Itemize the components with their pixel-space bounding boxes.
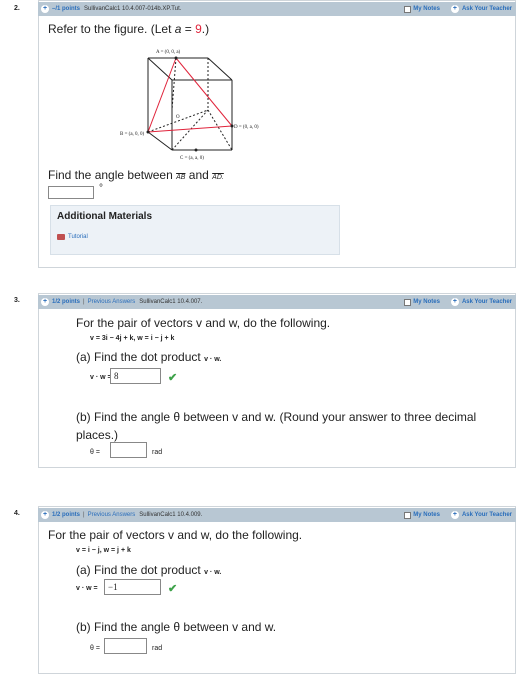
question-number: 2. [14, 5, 20, 12]
angle-answer-input[interactable] [48, 186, 94, 199]
expand-icon[interactable]: + [41, 298, 49, 306]
ask-plus-icon[interactable]: + [450, 5, 459, 13]
source-label: SullivanCalc1 10.4.009. [139, 512, 203, 518]
my-notes-checkbox[interactable] [404, 511, 412, 519]
additional-materials: Additional Materials Tutorial [50, 205, 340, 255]
my-notes-link[interactable]: My Notes [413, 299, 440, 305]
points-label: 1/2 points [52, 512, 81, 518]
intro-value: 9 [195, 22, 202, 36]
and-text: and [188, 168, 209, 182]
source-label: SullivanCalc1 10.4.007-014b.XP.Tut. [84, 6, 182, 12]
angle-input[interactable] [110, 442, 147, 458]
ask-teacher-link[interactable]: Ask Your Teacher [462, 299, 512, 305]
vector-definitions: v = i − j, w = j + k [76, 547, 131, 554]
my-notes-checkbox[interactable] [404, 298, 412, 306]
intro-prefix: Refer to the figure. (Let [48, 22, 175, 36]
label-a: A = (0, 0, a) [156, 50, 181, 55]
vector-definitions: v = 3i − 4j + k, w = i − j + k [90, 335, 175, 342]
ask-plus-icon[interactable]: + [450, 511, 459, 519]
previous-answers-link[interactable]: Previous Answers [88, 299, 136, 305]
dot-product-input[interactable]: 8 [110, 368, 161, 384]
correct-check-icon: ✔ [168, 372, 178, 384]
label-o: O [176, 115, 180, 120]
vector-ad: AD. [212, 174, 224, 181]
theta-label: θ = [90, 645, 100, 652]
label-c: C = (a, a, 0) [180, 156, 204, 161]
ask-plus-icon[interactable]: + [450, 298, 459, 306]
rad-unit: rad [152, 449, 163, 456]
vector-ab: AB [176, 174, 186, 181]
additional-materials-title: Additional Materials [57, 211, 153, 222]
part-a: (a) Find the dot product v · w. [76, 563, 221, 577]
angle-question: Find the angle between AB and AD. [48, 168, 224, 182]
tutorial-icon [57, 234, 65, 240]
rad-unit: rad [152, 645, 163, 652]
part-a: (a) Find the dot product v · w. [76, 350, 221, 364]
question-intro: For the pair of vectors v and w, do the … [76, 316, 331, 330]
ask-teacher-link[interactable]: Ask Your Teacher [462, 512, 512, 518]
ask-teacher-link[interactable]: Ask Your Teacher [462, 6, 512, 12]
my-notes-checkbox[interactable] [404, 5, 412, 13]
dot-product-input[interactable]: −1 [104, 579, 161, 595]
question-2-header: + –/1 points SullivanCalc1 10.4.007-014b… [38, 2, 516, 16]
question-3-header: + 1/2 points | Previous Answers Sullivan… [38, 295, 516, 309]
intro-suffix: .) [201, 22, 210, 36]
tutorial-label[interactable]: Tutorial [68, 234, 88, 240]
label-d: D = (0, a, 0) [234, 125, 259, 130]
part-a-text: (a) Find the dot product [76, 350, 201, 364]
question-intro: Refer to the figure. (Let a = 9.) [48, 22, 209, 36]
question-intro: For the pair of vectors v and w, do the … [48, 528, 303, 542]
vw-label: v · w = [90, 374, 112, 381]
theta-label: θ = [90, 449, 100, 456]
angle-question-text: Find the angle between [48, 168, 173, 182]
correct-check-icon: ✔ [168, 583, 178, 595]
angle-input[interactable] [104, 638, 147, 654]
degree-symbol: ° [99, 183, 103, 194]
dot-label: v · w. [204, 569, 222, 576]
points-label: –/1 points [52, 6, 81, 12]
previous-answers-link[interactable]: Previous Answers [88, 512, 136, 518]
intro-eq: = [181, 22, 196, 36]
points-label: 1/2 points [52, 299, 81, 305]
pyramid-figure: A = (0, 0, a) O D = (0, a, 0) B = (a, 0,… [120, 50, 259, 161]
question-number: 4. [14, 510, 20, 517]
source-label: SullivanCalc1 10.4.007. [139, 299, 203, 305]
part-a-text: (a) Find the dot product [76, 563, 201, 577]
my-notes-link[interactable]: My Notes [413, 6, 440, 12]
expand-icon[interactable]: + [41, 5, 49, 13]
question-number: 3. [14, 297, 20, 304]
my-notes-link[interactable]: My Notes [413, 512, 440, 518]
part-b: (b) Find the angle θ between v and w. [76, 620, 277, 634]
part-b: (b) Find the angle θ between v and w. (R… [76, 410, 477, 442]
question-4-header: + 1/2 points | Previous Answers Sullivan… [38, 508, 516, 522]
vw-label: v · w = [76, 585, 98, 592]
expand-icon[interactable]: + [41, 511, 49, 519]
dot-label: v · w. [204, 356, 222, 363]
tutorial-link[interactable]: Tutorial [57, 234, 88, 240]
label-b: B = (a, 0, 0) [120, 132, 145, 137]
